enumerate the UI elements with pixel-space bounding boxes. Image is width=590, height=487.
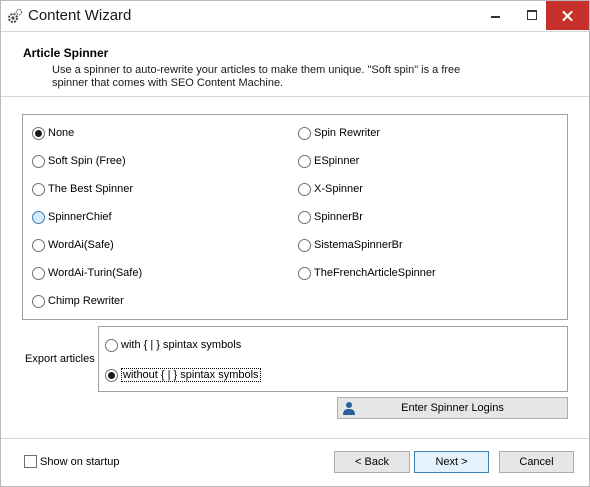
- close-button[interactable]: [546, 1, 589, 30]
- radio-spinnerbr[interactable]: SpinnerBr: [298, 209, 363, 225]
- radio-label: with { | } spintax symbols: [121, 339, 242, 351]
- radio-spin-rewriter[interactable]: Spin Rewriter: [298, 125, 380, 141]
- spinner-options-group: None Soft Spin (Free) The Best Spinner S…: [22, 114, 568, 320]
- radio-button[interactable]: [298, 182, 311, 196]
- back-button[interactable]: < Back: [334, 451, 410, 473]
- checkbox-label: Show on startup: [40, 455, 120, 468]
- wizard-content: None Soft Spin (Free) The Best Spinner S…: [1, 98, 589, 438]
- radio-button[interactable]: [32, 210, 45, 224]
- radio-label: Soft Spin (Free): [48, 155, 126, 167]
- cancel-button[interactable]: Cancel: [499, 451, 574, 473]
- radio-label: Spin Rewriter: [314, 127, 381, 139]
- radio-label: SpinnerBr: [314, 211, 363, 223]
- radio-button[interactable]: [32, 266, 45, 280]
- radio-the-best-spinner[interactable]: The Best Spinner: [32, 181, 133, 197]
- enter-spinner-logins-button[interactable]: Enter Spinner Logins: [337, 397, 568, 419]
- page-description: Use a spinner to auto-rewrite your artic…: [52, 64, 461, 89]
- radio-label: SpinnerChief: [48, 211, 112, 223]
- radio-button[interactable]: [298, 238, 311, 252]
- radio-label: WordAi-Turin(Safe): [48, 267, 143, 279]
- radio-label: ESpinner: [314, 155, 360, 167]
- wizard-header: Article Spinner Use a spinner to auto-re…: [1, 31, 589, 97]
- radio-button[interactable]: [298, 210, 311, 224]
- button-label: Enter Spinner Logins: [401, 402, 504, 414]
- radio-chimp-rewriter[interactable]: Chimp Rewriter: [32, 293, 124, 309]
- radio-spinnerchief[interactable]: SpinnerChief: [32, 209, 112, 225]
- radio-wordai-turin[interactable]: WordAi-Turin(Safe): [32, 265, 142, 281]
- title-bar[interactable]: Content Wizard: [1, 1, 589, 30]
- radio-thefrencharticlespinner[interactable]: TheFrenchArticleSpinner: [298, 265, 436, 281]
- radio-without-spintax[interactable]: without { | } spintax symbols: [105, 367, 261, 383]
- radio-with-spintax[interactable]: with { | } spintax symbols: [105, 337, 241, 353]
- radio-label: X-Spinner: [314, 183, 363, 195]
- radio-button[interactable]: [32, 238, 45, 252]
- content-wizard-window: Content Wizard Article Spinner Use a spi…: [0, 0, 590, 487]
- radio-button[interactable]: [105, 338, 118, 352]
- radio-label: None: [48, 127, 75, 139]
- radio-button[interactable]: [298, 154, 311, 168]
- minimize-button[interactable]: [482, 1, 512, 30]
- radio-button[interactable]: [32, 294, 45, 308]
- radio-none[interactable]: None: [32, 125, 74, 141]
- radio-button[interactable]: [32, 126, 45, 140]
- user-icon: [343, 402, 355, 415]
- radio-label: Chimp Rewriter: [48, 295, 124, 307]
- radio-wordai-safe[interactable]: WordAi(Safe): [32, 237, 114, 253]
- radio-label: TheFrenchArticleSpinner: [314, 267, 436, 279]
- radio-label: WordAi(Safe): [48, 239, 114, 251]
- radio-sistemaspinnerbr[interactable]: SistemaSpinnerBr: [298, 237, 403, 253]
- gear-icon: [8, 8, 23, 23]
- page-title: Article Spinner: [23, 46, 109, 60]
- radio-soft-spin[interactable]: Soft Spin (Free): [32, 153, 126, 169]
- next-button[interactable]: Next >: [414, 451, 489, 473]
- radio-button[interactable]: [32, 182, 45, 196]
- radio-espinner[interactable]: ESpinner: [298, 153, 359, 169]
- wizard-footer: Show on startup < Back Next > Cancel: [1, 438, 589, 486]
- radio-button[interactable]: [32, 154, 45, 168]
- radio-label: without { | } spintax symbols: [121, 368, 261, 382]
- checkbox[interactable]: [24, 455, 37, 468]
- radio-label: SistemaSpinnerBr: [314, 239, 403, 251]
- show-on-startup-toggle[interactable]: Show on startup: [24, 455, 120, 468]
- radio-x-spinner[interactable]: X-Spinner: [298, 181, 363, 197]
- window-title: Content Wizard: [28, 7, 132, 24]
- radio-button[interactable]: [298, 126, 311, 140]
- radio-button[interactable]: [105, 368, 118, 382]
- export-articles-label: Export articles: [25, 353, 95, 365]
- export-options-group: with { | } spintax symbols without { | }…: [98, 326, 568, 392]
- radio-label: The Best Spinner: [48, 183, 133, 195]
- maximize-button[interactable]: [518, 1, 548, 30]
- radio-button[interactable]: [298, 266, 311, 280]
